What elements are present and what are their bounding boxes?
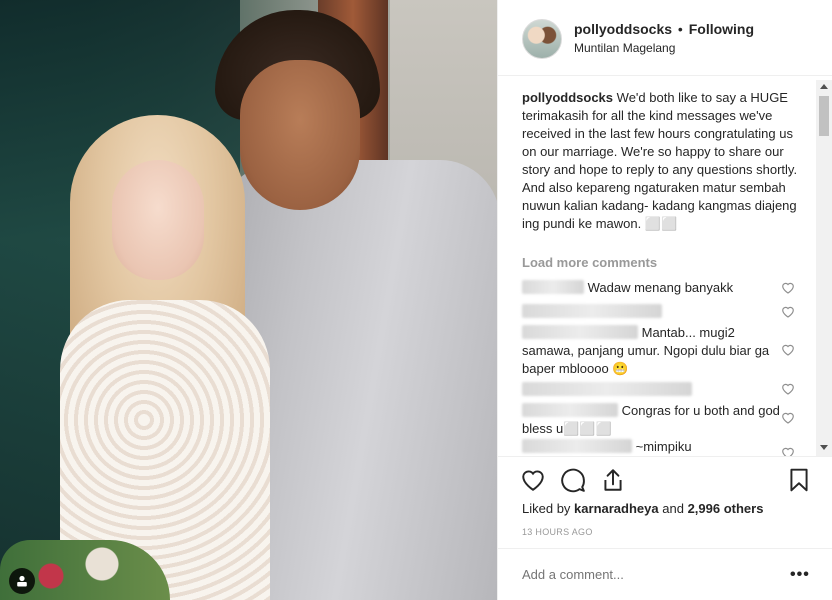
post-details-panel: pollyoddsocks • Following Muntilan Magel… [497, 0, 832, 600]
caption-text-2: And also kepareng ngaturaken matur semba… [522, 180, 797, 231]
comment-username-redacted[interactable] [522, 325, 638, 339]
following-button[interactable]: Following [689, 21, 754, 37]
header-separator: • [677, 21, 683, 37]
likes-summary: Liked by karnaradheya and 2,996 others [522, 501, 763, 516]
post-timestamp[interactable]: 13 HOURS AGO [522, 527, 593, 537]
comment-username-redacted[interactable] [522, 280, 584, 294]
comment-item: ~mimpiku [522, 438, 784, 456]
comments-scrollbar[interactable] [816, 80, 832, 456]
comment-username-redacted[interactable] [522, 439, 632, 453]
comment-text: Wadaw menang banyakk [587, 280, 734, 295]
comment-username-redacted[interactable] [522, 403, 618, 417]
user-tag-icon[interactable] [9, 568, 35, 594]
comment-like-heart-icon[interactable] [781, 411, 795, 424]
photo-man-face [240, 60, 360, 210]
header-line: pollyoddsocks • Following [574, 21, 754, 37]
comment-item: Mantab... mugi2 samawa, panjang umur. Ng… [522, 324, 784, 378]
caption-username[interactable]: pollyoddsocks [522, 90, 613, 105]
comment-item: Congras for u both and god bless u⬜⬜⬜ [522, 402, 784, 438]
liked-by-user-link[interactable]: karnaradheya [574, 501, 659, 516]
comment-icon[interactable] [560, 467, 586, 493]
add-comment-bar: ••• [498, 548, 832, 600]
scroll-down-icon[interactable] [820, 445, 828, 450]
bookmark-icon[interactable] [786, 467, 812, 493]
post-header: pollyoddsocks • Following Muntilan Magel… [498, 0, 832, 76]
location-link[interactable]: Muntilan Magelang [574, 41, 675, 55]
comment-username-redacted[interactable] [522, 382, 692, 396]
likes-others-link[interactable]: 2,996 others [688, 501, 764, 516]
comment-like-heart-icon[interactable] [781, 382, 795, 395]
comment-like-heart-icon[interactable] [781, 305, 795, 318]
comment-like-heart-icon[interactable] [781, 281, 795, 294]
comment-item [522, 303, 784, 321]
comment-username-redacted[interactable] [522, 304, 662, 318]
add-comment-input[interactable] [522, 567, 762, 582]
post-photo[interactable] [0, 0, 497, 600]
like-heart-icon[interactable] [520, 467, 546, 493]
comments-list[interactable]: pollyoddsocks We'd both like to say a HU… [498, 77, 832, 457]
comment-item [522, 381, 784, 399]
load-more-comments-button[interactable]: Load more comments [522, 255, 657, 270]
likes-conj: and [662, 501, 684, 516]
likes-prefix: Liked by [522, 501, 571, 516]
more-options-icon[interactable]: ••• [790, 566, 810, 584]
scrollbar-thumb[interactable] [819, 96, 829, 136]
share-icon[interactable] [600, 467, 626, 493]
comment-text: ~mimpiku [635, 439, 692, 454]
photo-woman-face [112, 160, 204, 280]
post-caption: pollyoddsocks We'd both like to say a HU… [522, 89, 798, 233]
post-actions-bar [498, 456, 832, 500]
comment-like-heart-icon[interactable] [781, 343, 795, 356]
avatar[interactable] [522, 19, 562, 59]
comment-item: Wadaw menang banyakk [522, 279, 784, 297]
scroll-up-icon[interactable] [820, 84, 828, 89]
header-username[interactable]: pollyoddsocks [574, 21, 672, 37]
